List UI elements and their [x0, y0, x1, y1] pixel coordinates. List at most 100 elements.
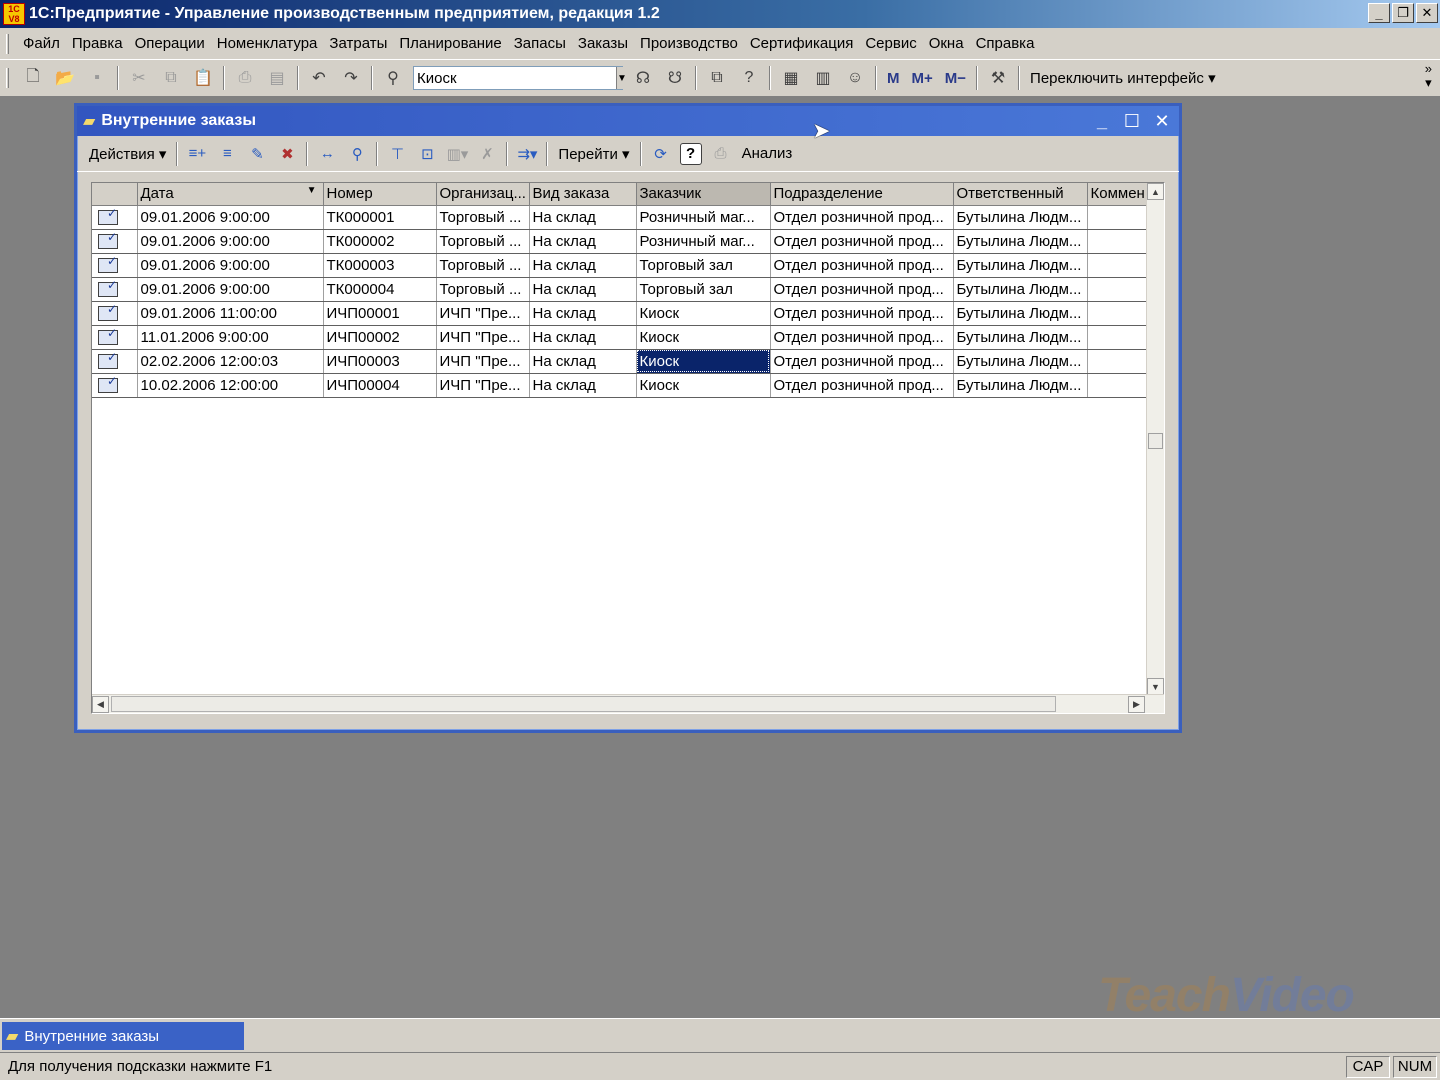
- paste-icon[interactable]: 📋: [191, 66, 215, 90]
- binoculars-icon[interactable]: ⚲: [381, 66, 405, 90]
- cell-order-type[interactable]: На склад: [529, 373, 637, 398]
- table-row[interactable]: 11.01.2006 9:00:00 ИЧП00002 ИЧП "Пре... …: [92, 325, 1147, 350]
- menu-edit[interactable]: Правка: [66, 35, 129, 52]
- cell-number[interactable]: ИЧП00004: [323, 373, 437, 398]
- open-icon[interactable]: 📂: [53, 66, 77, 90]
- child-titlebar[interactable]: ▰ Внутренние заказы _ ☐ ✕: [77, 106, 1179, 136]
- search-input[interactable]: [414, 67, 616, 89]
- chevron-down-icon[interactable]: ▼: [616, 67, 627, 89]
- copy-icon[interactable]: ⧉: [159, 66, 183, 90]
- cell-order-type[interactable]: На склад: [529, 253, 637, 278]
- search-combo[interactable]: ▼: [413, 66, 627, 90]
- cell-comment[interactable]: [1087, 301, 1147, 326]
- table-row[interactable]: 10.02.2006 12:00:00 ИЧП00004 ИЧП "Пре...…: [92, 373, 1147, 398]
- edit-icon[interactable]: ✎: [245, 142, 269, 166]
- window-list-item[interactable]: ▰ Внутренние заказы: [2, 1022, 244, 1050]
- menu-file[interactable]: Файл: [17, 35, 66, 52]
- menu-operations[interactable]: Операции: [129, 35, 211, 52]
- cell-responsible[interactable]: Бутылина Людм...: [953, 253, 1088, 278]
- print-icon[interactable]: ⎙: [709, 142, 733, 166]
- column-header-order-type[interactable]: Вид заказа: [529, 183, 637, 206]
- cell-responsible[interactable]: Бутылина Людм...: [953, 277, 1088, 302]
- menu-service[interactable]: Сервис: [859, 35, 922, 52]
- close-button[interactable]: ✕: [1416, 3, 1438, 23]
- goto-menu-button[interactable]: Перейти ▾: [552, 145, 635, 163]
- cell-customer-selected[interactable]: Киоск: [636, 349, 771, 374]
- cell-number[interactable]: ТК000002: [323, 229, 437, 254]
- cell-customer[interactable]: Киоск: [636, 373, 771, 398]
- scroll-down-icon[interactable]: ▼: [1147, 678, 1164, 695]
- cell-comment[interactable]: [1087, 373, 1147, 398]
- menu-help[interactable]: Справка: [970, 35, 1041, 52]
- table-row[interactable]: 09.01.2006 9:00:00 ТК000003 Торговый ...…: [92, 253, 1147, 278]
- toolbar-grip[interactable]: [6, 68, 9, 88]
- cell-customer[interactable]: Киоск: [636, 301, 771, 326]
- column-header-responsible[interactable]: Ответственный: [953, 183, 1088, 206]
- interval-icon[interactable]: ↔: [315, 142, 339, 166]
- analysis-button[interactable]: Анализ: [736, 145, 799, 162]
- cell-organization[interactable]: Торговый ...: [436, 277, 530, 302]
- cell-date[interactable]: 10.02.2006 12:00:00: [137, 373, 324, 398]
- app-titlebar[interactable]: 1С V8 1С:Предприятие - Управление произв…: [0, 0, 1440, 28]
- cell-customer[interactable]: Розничный маг...: [636, 229, 771, 254]
- toolbar-overflow-icon[interactable]: » ▾: [1425, 62, 1432, 90]
- cell-date[interactable]: 11.01.2006 9:00:00: [137, 325, 324, 350]
- cell-department[interactable]: Отдел розничной прод...: [770, 325, 954, 350]
- help-icon[interactable]: ?: [679, 142, 702, 165]
- horizontal-scrollbar[interactable]: ◀ ▶: [92, 694, 1164, 713]
- delete-mark-icon[interactable]: ✖: [275, 142, 299, 166]
- filter-value-icon[interactable]: ⊡: [415, 142, 439, 166]
- cell-department[interactable]: Отдел розничной прод...: [770, 253, 954, 278]
- find-icon[interactable]: ⚲: [345, 142, 369, 166]
- cell-responsible[interactable]: Бутылина Людм...: [953, 205, 1088, 230]
- cell-comment[interactable]: [1087, 229, 1147, 254]
- cell-number[interactable]: ТК000001: [323, 205, 437, 230]
- minimize-button[interactable]: _: [1368, 3, 1390, 23]
- child-minimize-button[interactable]: _: [1091, 111, 1113, 132]
- cell-comment[interactable]: [1087, 349, 1147, 374]
- new-document-icon[interactable]: 🗋: [21, 66, 45, 90]
- help-1c-icon[interactable]: ?: [737, 66, 761, 90]
- cell-organization[interactable]: ИЧП "Пре...: [436, 373, 530, 398]
- cell-department[interactable]: Отдел розничной прод...: [770, 229, 954, 254]
- child-maximize-button[interactable]: ☐: [1121, 111, 1143, 132]
- cell-date[interactable]: 02.02.2006 12:00:03: [137, 349, 324, 374]
- preview-icon[interactable]: ▤: [265, 66, 289, 90]
- cell-date[interactable]: 09.01.2006 9:00:00: [137, 229, 324, 254]
- add-copy-icon[interactable]: ≡: [215, 142, 239, 166]
- column-header-department[interactable]: Подразделение: [770, 183, 954, 206]
- cell-number[interactable]: ИЧП00001: [323, 301, 437, 326]
- cell-comment[interactable]: [1087, 325, 1147, 350]
- column-header-icon[interactable]: [92, 183, 138, 206]
- cell-order-type[interactable]: На склад: [529, 229, 637, 254]
- cell-responsible[interactable]: Бутылина Людм...: [953, 229, 1088, 254]
- cell-responsible[interactable]: Бутылина Людм...: [953, 301, 1088, 326]
- cell-responsible[interactable]: Бутылина Людм...: [953, 349, 1088, 374]
- cell-comment[interactable]: [1087, 277, 1147, 302]
- cell-date[interactable]: 09.01.2006 9:00:00: [137, 205, 324, 230]
- restore-button[interactable]: ❐: [1392, 3, 1414, 23]
- refresh-icon[interactable]: ⟳: [649, 142, 673, 166]
- cell-number[interactable]: ИЧП00003: [323, 349, 437, 374]
- menu-nomenclature[interactable]: Номенклатура: [211, 35, 324, 52]
- menu-orders[interactable]: Заказы: [572, 35, 634, 52]
- windows-icon[interactable]: ⧉: [705, 66, 729, 90]
- scroll-up-icon[interactable]: ▲: [1147, 183, 1164, 200]
- cell-customer[interactable]: Киоск: [636, 325, 771, 350]
- cell-comment[interactable]: [1087, 205, 1147, 230]
- cell-number[interactable]: ТК000003: [323, 253, 437, 278]
- scroll-right-icon[interactable]: ▶: [1128, 695, 1145, 713]
- menu-windows[interactable]: Окна: [923, 35, 970, 52]
- table-row[interactable]: 09.01.2006 9:00:00 ТК000002 Торговый ...…: [92, 229, 1147, 254]
- cell-organization[interactable]: ИЧП "Пре...: [436, 349, 530, 374]
- cell-department[interactable]: Отдел розничной прод...: [770, 205, 954, 230]
- table-row[interactable]: 09.01.2006 9:00:00 ТК000001 Торговый ...…: [92, 205, 1147, 230]
- save-icon[interactable]: ▪: [85, 66, 109, 90]
- cell-order-type[interactable]: На склад: [529, 205, 637, 230]
- cell-organization[interactable]: ИЧП "Пре...: [436, 301, 530, 326]
- filter-icon[interactable]: ⊤: [385, 142, 409, 166]
- find-next-icon[interactable]: ☊: [631, 66, 655, 90]
- add-icon[interactable]: ≡+: [185, 142, 209, 166]
- column-header-number[interactable]: Номер: [323, 183, 437, 206]
- cell-number[interactable]: ИЧП00002: [323, 325, 437, 350]
